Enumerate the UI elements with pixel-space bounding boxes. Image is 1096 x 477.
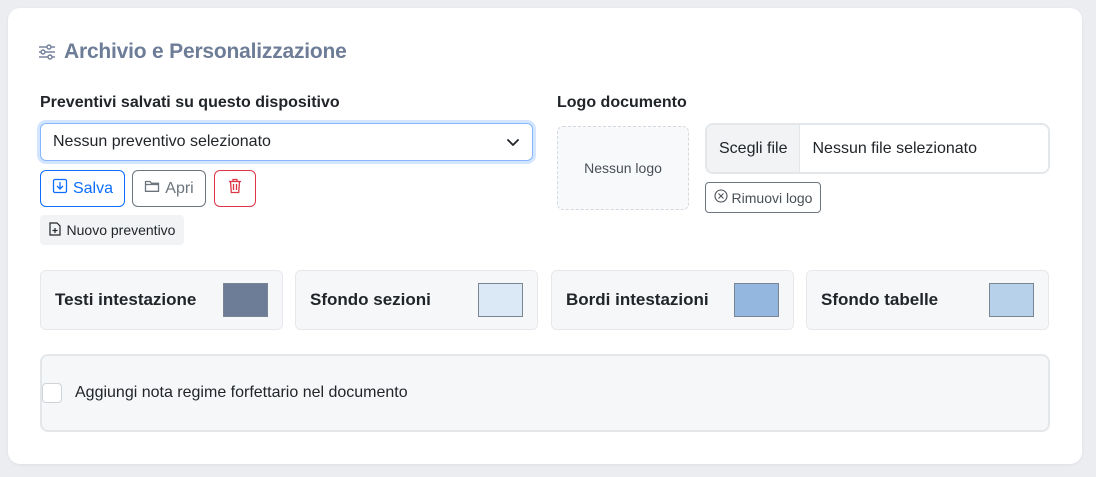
save-button[interactable]: Salva (40, 170, 125, 207)
choose-file-button[interactable]: Scegli file (707, 125, 801, 172)
color-card-section-bg: Sfondo sezioni (295, 270, 538, 330)
logo-placeholder: Nessun logo (584, 160, 662, 176)
color-picker-header-borders[interactable] (734, 283, 779, 317)
color-label: Sfondo tabelle (821, 290, 939, 309)
color-card-header-borders: Bordi intestazioni (551, 270, 794, 330)
open-button[interactable]: Apri (132, 170, 206, 207)
trash-icon (228, 178, 242, 199)
new-quote-label: Nuovo preventivo (66, 222, 176, 238)
logo-label: Logo documento (557, 94, 687, 111)
remove-logo-button[interactable]: Rimuovi logo (705, 182, 821, 213)
color-card-header-text: Testi intestazione (40, 270, 283, 330)
quotes-select-value: Nessun preventivo selezionato (53, 133, 271, 150)
remove-logo-label: Rimuovi logo (731, 189, 813, 206)
delete-button[interactable] (214, 170, 256, 207)
open-label: Apri (165, 179, 194, 197)
sliders-icon (38, 43, 56, 61)
color-label: Testi intestazione (55, 290, 197, 309)
quotes-select[interactable]: Nessun preventivo selezionato (40, 123, 533, 161)
quotes-label: Preventivi salvati su questo dispositivo (40, 94, 340, 111)
forfettario-label[interactable]: Aggiungi nota regime forfettario nel doc… (75, 384, 408, 402)
new-quote-button[interactable]: Nuovo preventivo (40, 215, 184, 245)
folder-icon (144, 179, 160, 198)
color-label: Sfondo sezioni (310, 290, 431, 309)
color-card-table-bg: Sfondo tabelle (806, 270, 1049, 330)
file-status: Nessun file selezionato (812, 139, 978, 157)
section-title: Archivio e Personalizzazione (64, 40, 347, 63)
color-picker-table-bg[interactable] (989, 283, 1034, 317)
section-header: Archivio e Personalizzazione (38, 40, 347, 64)
forfettario-note-box: Aggiungi nota regime forfettario nel doc… (40, 354, 1050, 432)
color-picker-section-bg[interactable] (478, 283, 523, 317)
color-picker-header-text[interactable] (223, 283, 268, 317)
save-label: Salva (72, 179, 114, 197)
save-icon (52, 178, 68, 199)
color-label: Bordi intestazioni (566, 290, 709, 309)
close-circle-icon (713, 189, 728, 206)
file-plus-icon (48, 221, 61, 239)
forfettario-checkbox[interactable] (42, 383, 62, 403)
chevron-down-icon (506, 135, 520, 149)
archive-card: Archivio e Personalizzazione Preventivi … (8, 8, 1082, 464)
logo-file-input[interactable]: Scegli file Nessun file selezionato (705, 123, 1050, 174)
logo-preview: Nessun logo (557, 126, 689, 210)
